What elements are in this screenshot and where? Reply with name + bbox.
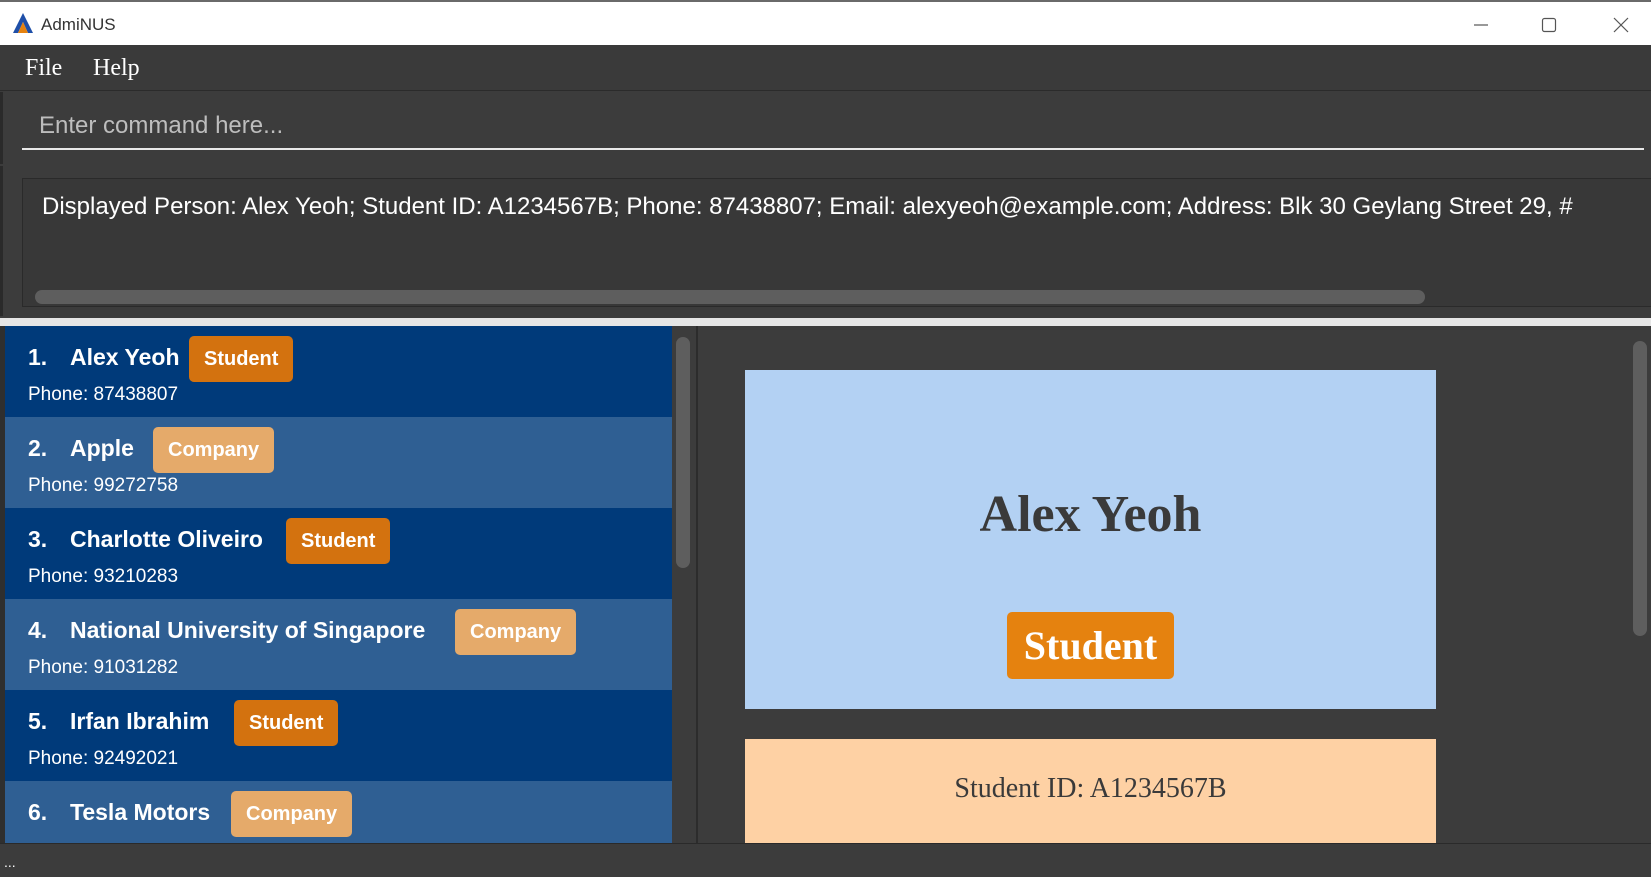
- person-card[interactable]: 2. Apple Company Phone: 99272758: [5, 417, 672, 508]
- menu-bar: File Help: [0, 45, 1651, 91]
- maximize-icon: [1541, 17, 1557, 33]
- result-text: Displayed Person: Alex Yeoh; Student ID:…: [42, 193, 1573, 220]
- person-detail-panel: Alex Yeoh Student Student ID: A1234567B: [698, 326, 1651, 843]
- person-phone: Phone: 87438807: [28, 384, 179, 405]
- person-name-line: 2. Apple: [28, 435, 134, 462]
- status-bar: ...: [0, 843, 1651, 877]
- person-name-line: 1. Alex Yeoh: [28, 344, 180, 371]
- person-name-line: 6. Tesla Motors: [28, 799, 210, 826]
- close-icon: [1613, 17, 1629, 33]
- person-name: Irfan Ibrahim: [70, 708, 210, 734]
- result-horizontal-scrollbar[interactable]: [35, 290, 1425, 304]
- person-index: 2.: [28, 435, 48, 461]
- tag-badge: Student: [189, 336, 294, 382]
- detail-tag-badge: Student: [1007, 612, 1174, 679]
- person-name-line: 3. Charlotte Oliveiro: [28, 526, 263, 553]
- maximize-button[interactable]: [1526, 8, 1572, 42]
- result-display-panel: Displayed Person: Alex Yeoh; Student ID:…: [0, 166, 1651, 316]
- app-logo-icon: [13, 13, 33, 33]
- tag-badge: Company: [153, 427, 275, 473]
- status-text: ...: [4, 854, 16, 870]
- person-list: 1. Alex Yeoh Student Phone: 87438807 2. Ap…: [0, 326, 696, 843]
- person-name-line: 4. National University of Singapore: [28, 617, 425, 644]
- person-list-scrollbar[interactable]: [676, 337, 690, 568]
- person-index: 4.: [28, 617, 48, 643]
- tag-badge: Student: [286, 518, 391, 564]
- detail-student-id-card: Student ID: A1234567B: [745, 739, 1436, 843]
- person-name-line: 5. Irfan Ibrahim: [28, 708, 209, 735]
- detail-header-card: Alex Yeoh Student: [745, 370, 1436, 709]
- panel-divider[interactable]: [0, 318, 1651, 326]
- command-box: [0, 92, 1651, 164]
- person-index: 6.: [28, 799, 48, 825]
- person-index: 3.: [28, 526, 48, 552]
- person-phone: Phone: 92492021: [28, 748, 179, 769]
- minimize-button[interactable]: [1458, 8, 1504, 42]
- person-card[interactable]: 1. Alex Yeoh Student Phone: 87438807: [5, 326, 672, 417]
- person-card[interactable]: 4. National University of Singapore Compa…: [5, 599, 672, 690]
- tag-badge: Student: [234, 700, 339, 746]
- person-name: Tesla Motors: [70, 799, 211, 825]
- person-phone: Phone: 99272758: [28, 475, 179, 496]
- tag-badge: Company: [455, 609, 577, 655]
- detail-student-id: Student ID: A1234567B: [954, 773, 1227, 804]
- menu-help[interactable]: Help: [93, 55, 140, 82]
- window-title: AdmiNUS: [41, 15, 116, 34]
- detail-name: Alex Yeoh: [979, 486, 1202, 543]
- person-phone: Phone: 91031282: [28, 657, 179, 678]
- result-display: Displayed Person: Alex Yeoh; Student ID:…: [22, 178, 1651, 307]
- person-phone: Phone: 93210283: [28, 566, 179, 587]
- person-card[interactable]: 5. Irfan Ibrahim Student Phone: 92492021: [5, 690, 672, 781]
- person-name: National University of Singapore: [70, 617, 426, 643]
- minimize-icon: [1474, 24, 1488, 26]
- close-button[interactable]: [1598, 8, 1644, 42]
- tag-badge: Company: [231, 791, 353, 837]
- detail-scrollbar[interactable]: [1633, 341, 1647, 636]
- person-card[interactable]: 6. Tesla Motors Company: [5, 781, 672, 843]
- person-name: Alex Yeoh: [70, 344, 180, 370]
- person-index: 1.: [28, 344, 48, 370]
- person-name: Charlotte Oliveiro: [70, 526, 263, 552]
- title-bar: AdmiNUS: [0, 0, 1651, 45]
- person-index: 5.: [28, 708, 48, 734]
- command-input[interactable]: [22, 104, 1644, 150]
- person-card[interactable]: 3. Charlotte Oliveiro Student Phone: 9321…: [5, 508, 672, 599]
- person-name: Apple: [70, 435, 134, 461]
- menu-file[interactable]: File: [25, 55, 62, 82]
